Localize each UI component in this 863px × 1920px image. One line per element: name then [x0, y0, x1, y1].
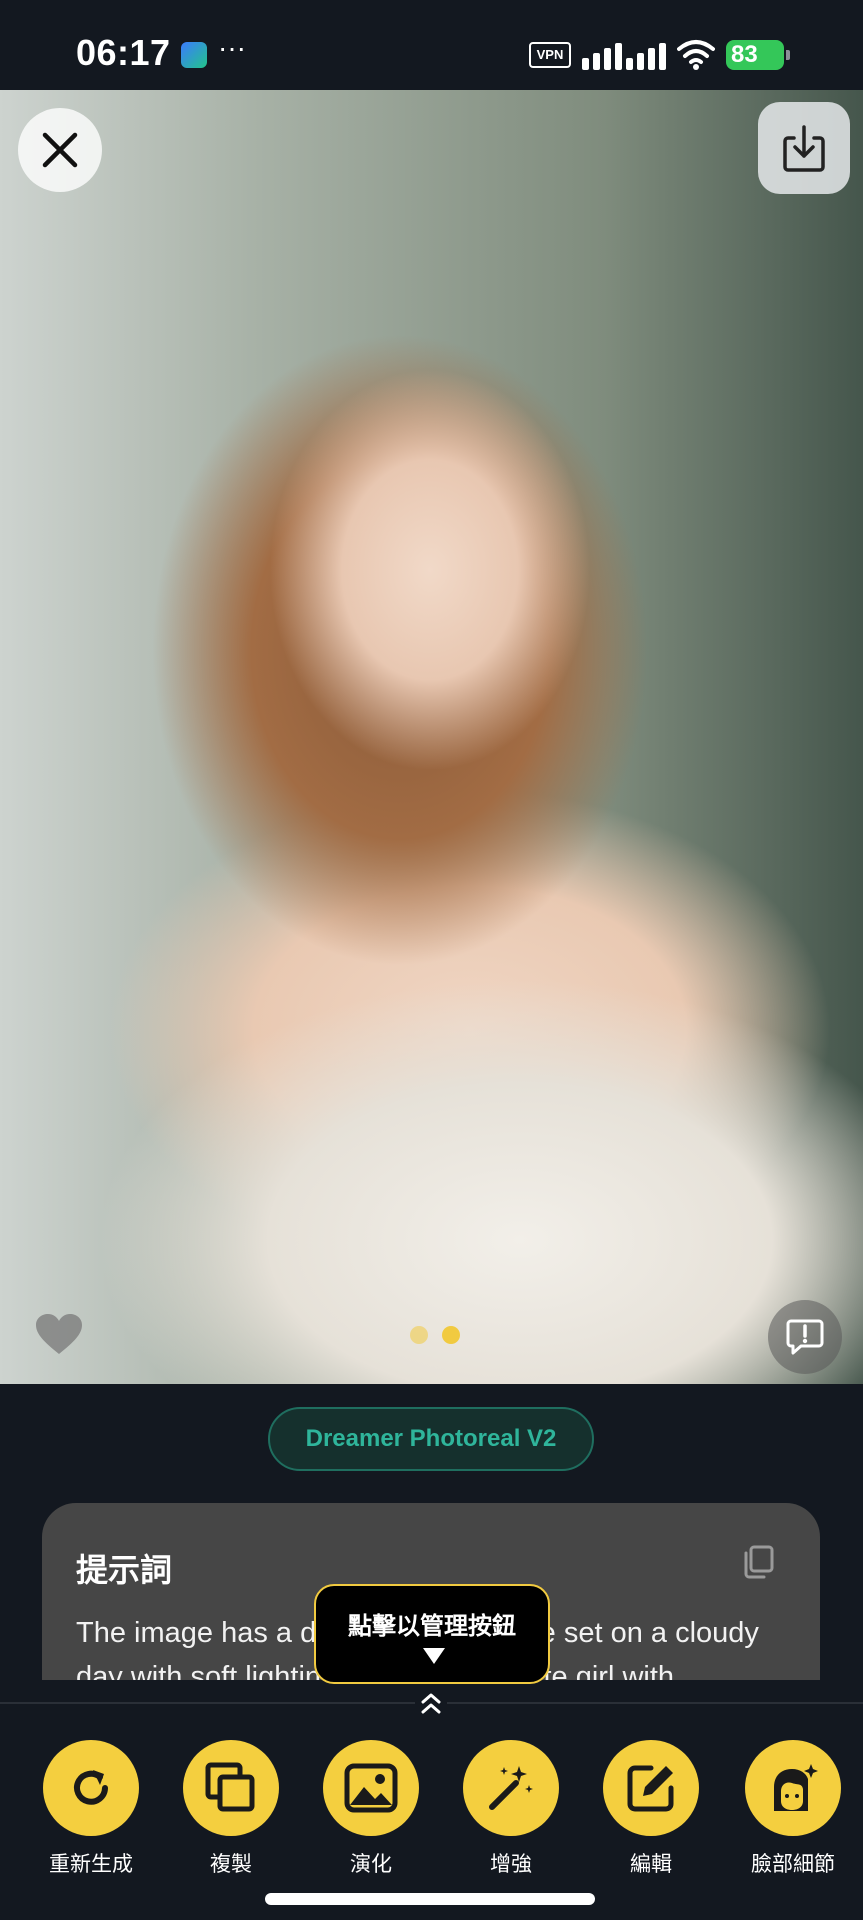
status-bar: 06:17 ··· VPN 83 [0, 0, 863, 90]
page-dot-1[interactable] [410, 1326, 428, 1344]
status-time: 06:17 [76, 32, 171, 73]
enhance-circle[interactable] [463, 1740, 559, 1836]
enhance-label: 增強 [490, 1852, 532, 1876]
magic-wand-icon [489, 1766, 533, 1810]
page-indicator [410, 1326, 460, 1348]
tooltip-text: 點擊以管理按鈕 [348, 1612, 516, 1640]
wifi-icon [677, 40, 715, 70]
regenerate-label: 重新生成 [49, 1852, 133, 1876]
enhance-button[interactable]: 增強 [446, 1740, 576, 1878]
close-icon [42, 132, 78, 168]
edit-label: 編輯 [630, 1852, 672, 1876]
face-sparkle-icon [774, 1764, 818, 1811]
more-notifications-icon: ··· [218, 32, 246, 63]
copy-button[interactable]: 複製 [166, 1740, 296, 1878]
face-detail-label: 臉部細節 [751, 1852, 835, 1876]
prompt-title: 提示詞 [76, 1551, 173, 1589]
favorite-heart-icon[interactable] [34, 1312, 84, 1356]
action-bar: 重新生成 複製 演化 增強 編輯 臉部細節 [0, 1740, 863, 1878]
report-message-icon [786, 1319, 824, 1355]
face-detail-button[interactable]: 臉部細節 [728, 1740, 858, 1878]
tooltip-arrow-icon [423, 1648, 445, 1664]
home-indicator[interactable] [265, 1893, 595, 1905]
face-detail-circle[interactable] [745, 1740, 841, 1836]
regenerate-button[interactable]: 重新生成 [26, 1740, 156, 1878]
evolve-button[interactable]: 演化 [306, 1740, 436, 1878]
refresh-icon [74, 1770, 108, 1805]
vpn-icon: VPN [529, 42, 571, 68]
evolve-label: 演化 [350, 1852, 392, 1876]
feedback-button[interactable] [768, 1300, 842, 1374]
battery-indicator: 83 [726, 40, 790, 70]
edit-button[interactable]: 編輯 [586, 1740, 716, 1878]
model-name-chip[interactable]: Dreamer Photoreal V2 [268, 1407, 594, 1471]
expand-up-icon[interactable] [415, 1688, 447, 1718]
evolve-circle[interactable] [323, 1740, 419, 1836]
cellular-signal-icon [582, 43, 666, 70]
copy-prompt-icon[interactable] [742, 1545, 774, 1579]
page-dot-2-active[interactable] [442, 1326, 460, 1344]
manage-buttons-tooltip[interactable]: 點擊以管理按鈕 [314, 1584, 550, 1684]
generated-image[interactable] [0, 90, 863, 1384]
image-icon [344, 1763, 398, 1813]
copy-label: 複製 [210, 1852, 252, 1876]
regenerate-circle[interactable] [43, 1740, 139, 1836]
app-notification-icon [181, 42, 207, 68]
edit-circle[interactable] [603, 1740, 699, 1836]
copy-icon [205, 1762, 255, 1812]
edit-icon [627, 1765, 674, 1812]
close-button[interactable] [18, 108, 102, 192]
copy-circle[interactable] [183, 1740, 279, 1836]
download-button[interactable] [758, 102, 850, 194]
download-icon [783, 125, 825, 172]
